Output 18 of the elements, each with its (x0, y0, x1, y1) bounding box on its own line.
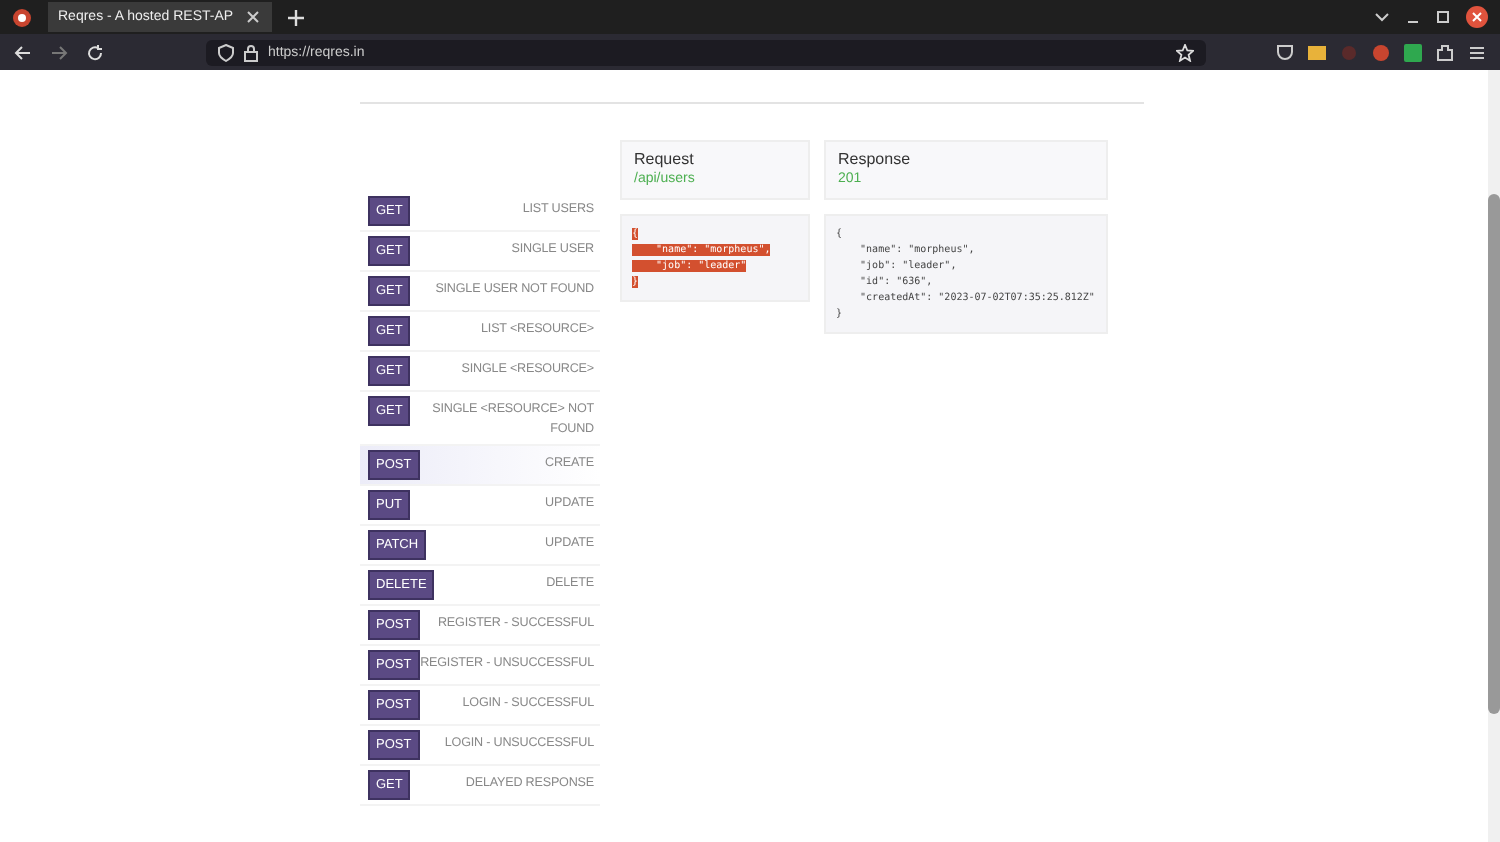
pocket-icon[interactable] (1276, 43, 1294, 61)
close-icon[interactable] (245, 10, 260, 24)
browser-logo-icon (12, 7, 32, 27)
back-arrow-icon[interactable] (14, 43, 32, 61)
chevron-down-icon[interactable] (1374, 11, 1390, 23)
reload-icon[interactable] (86, 43, 104, 61)
request-title: Request (634, 150, 696, 168)
maximize-icon[interactable] (1436, 10, 1450, 24)
new-tab-icon[interactable] (288, 9, 304, 25)
menu-icon[interactable] (1468, 43, 1486, 61)
shield-icon (218, 43, 234, 61)
close-icon[interactable] (1466, 6, 1488, 28)
puzzle-icon[interactable] (1436, 43, 1454, 61)
star-icon[interactable] (1176, 43, 1194, 61)
forward-arrow-icon[interactable] (50, 43, 68, 61)
response-title: Response (838, 150, 913, 168)
scrollbar[interactable] (1488, 70, 1500, 842)
lock-icon (244, 43, 258, 61)
